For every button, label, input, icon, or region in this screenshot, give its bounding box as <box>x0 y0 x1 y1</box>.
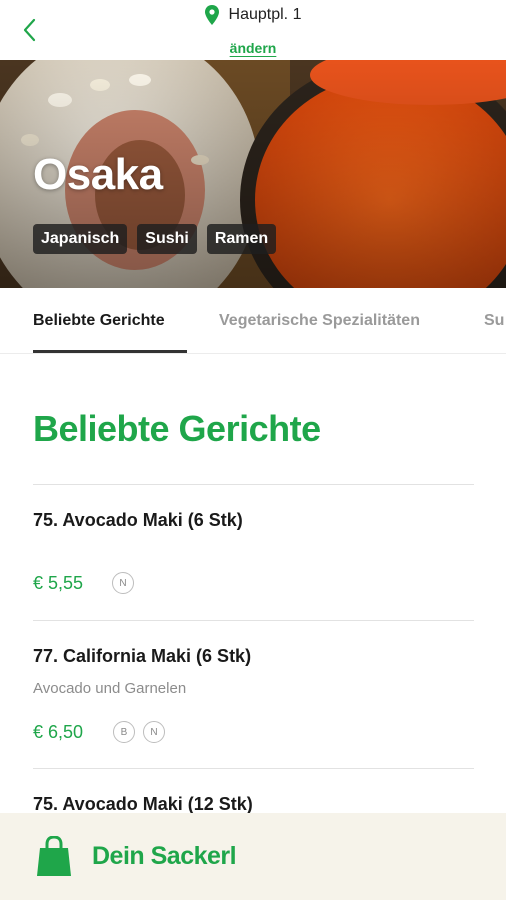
dish-price: € 6,50 <box>33 722 84 742</box>
allergen-badge: B <box>113 721 135 743</box>
divider <box>33 484 474 485</box>
tab-vegetarische-spezialitaeten[interactable]: Vegetarische Spezialitäten <box>219 312 420 330</box>
cart-label: Dein Sackerl <box>92 842 237 870</box>
top-bar: Hauptpl. 1 ändern <box>0 0 506 60</box>
map-pin-icon <box>204 5 219 25</box>
dish-description: Avocado und Garnelen <box>33 680 187 697</box>
divider <box>33 620 474 621</box>
cuisine-tags: Japanisch Sushi Ramen <box>33 224 277 254</box>
allergen-badge: N <box>143 721 165 743</box>
cuisine-tag: Japanisch <box>33 224 128 254</box>
delivery-address: Hauptpl. 1 <box>228 6 302 23</box>
divider <box>33 768 474 769</box>
dish-name[interactable]: 75. Avocado Maki (6 Stk) <box>33 510 243 531</box>
dish-name[interactable]: 77. California Maki (6 Stk) <box>33 646 251 667</box>
cart-bar[interactable]: Dein Sackerl <box>0 813 506 900</box>
dish-price: € 5,55 <box>33 573 84 593</box>
dish-name[interactable]: 75. Avocado Maki (12 Stk) <box>33 794 253 815</box>
tab-beliebte-gerichte[interactable]: Beliebte Gerichte <box>33 312 165 330</box>
location-block: Hauptpl. 1 ändern <box>0 4 506 56</box>
allergen-badge: N <box>112 572 134 594</box>
restaurant-hero: Osaka Japanisch Sushi Ramen <box>0 60 506 288</box>
active-tab-indicator <box>33 350 187 353</box>
location-row: Hauptpl. 1 <box>204 4 302 26</box>
change-address-link[interactable]: ändern <box>0 40 506 56</box>
cuisine-tag: Sushi <box>137 224 197 254</box>
restaurant-name: Osaka <box>33 150 163 199</box>
shopping-bag-icon <box>37 836 71 876</box>
tab-next-category[interactable]: Su <box>484 312 504 330</box>
category-tabs: Beliebte Gerichte Vegetarische Spezialit… <box>0 288 506 354</box>
cuisine-tag: Ramen <box>206 224 277 254</box>
section-title: Beliebte Gerichte <box>33 408 321 449</box>
